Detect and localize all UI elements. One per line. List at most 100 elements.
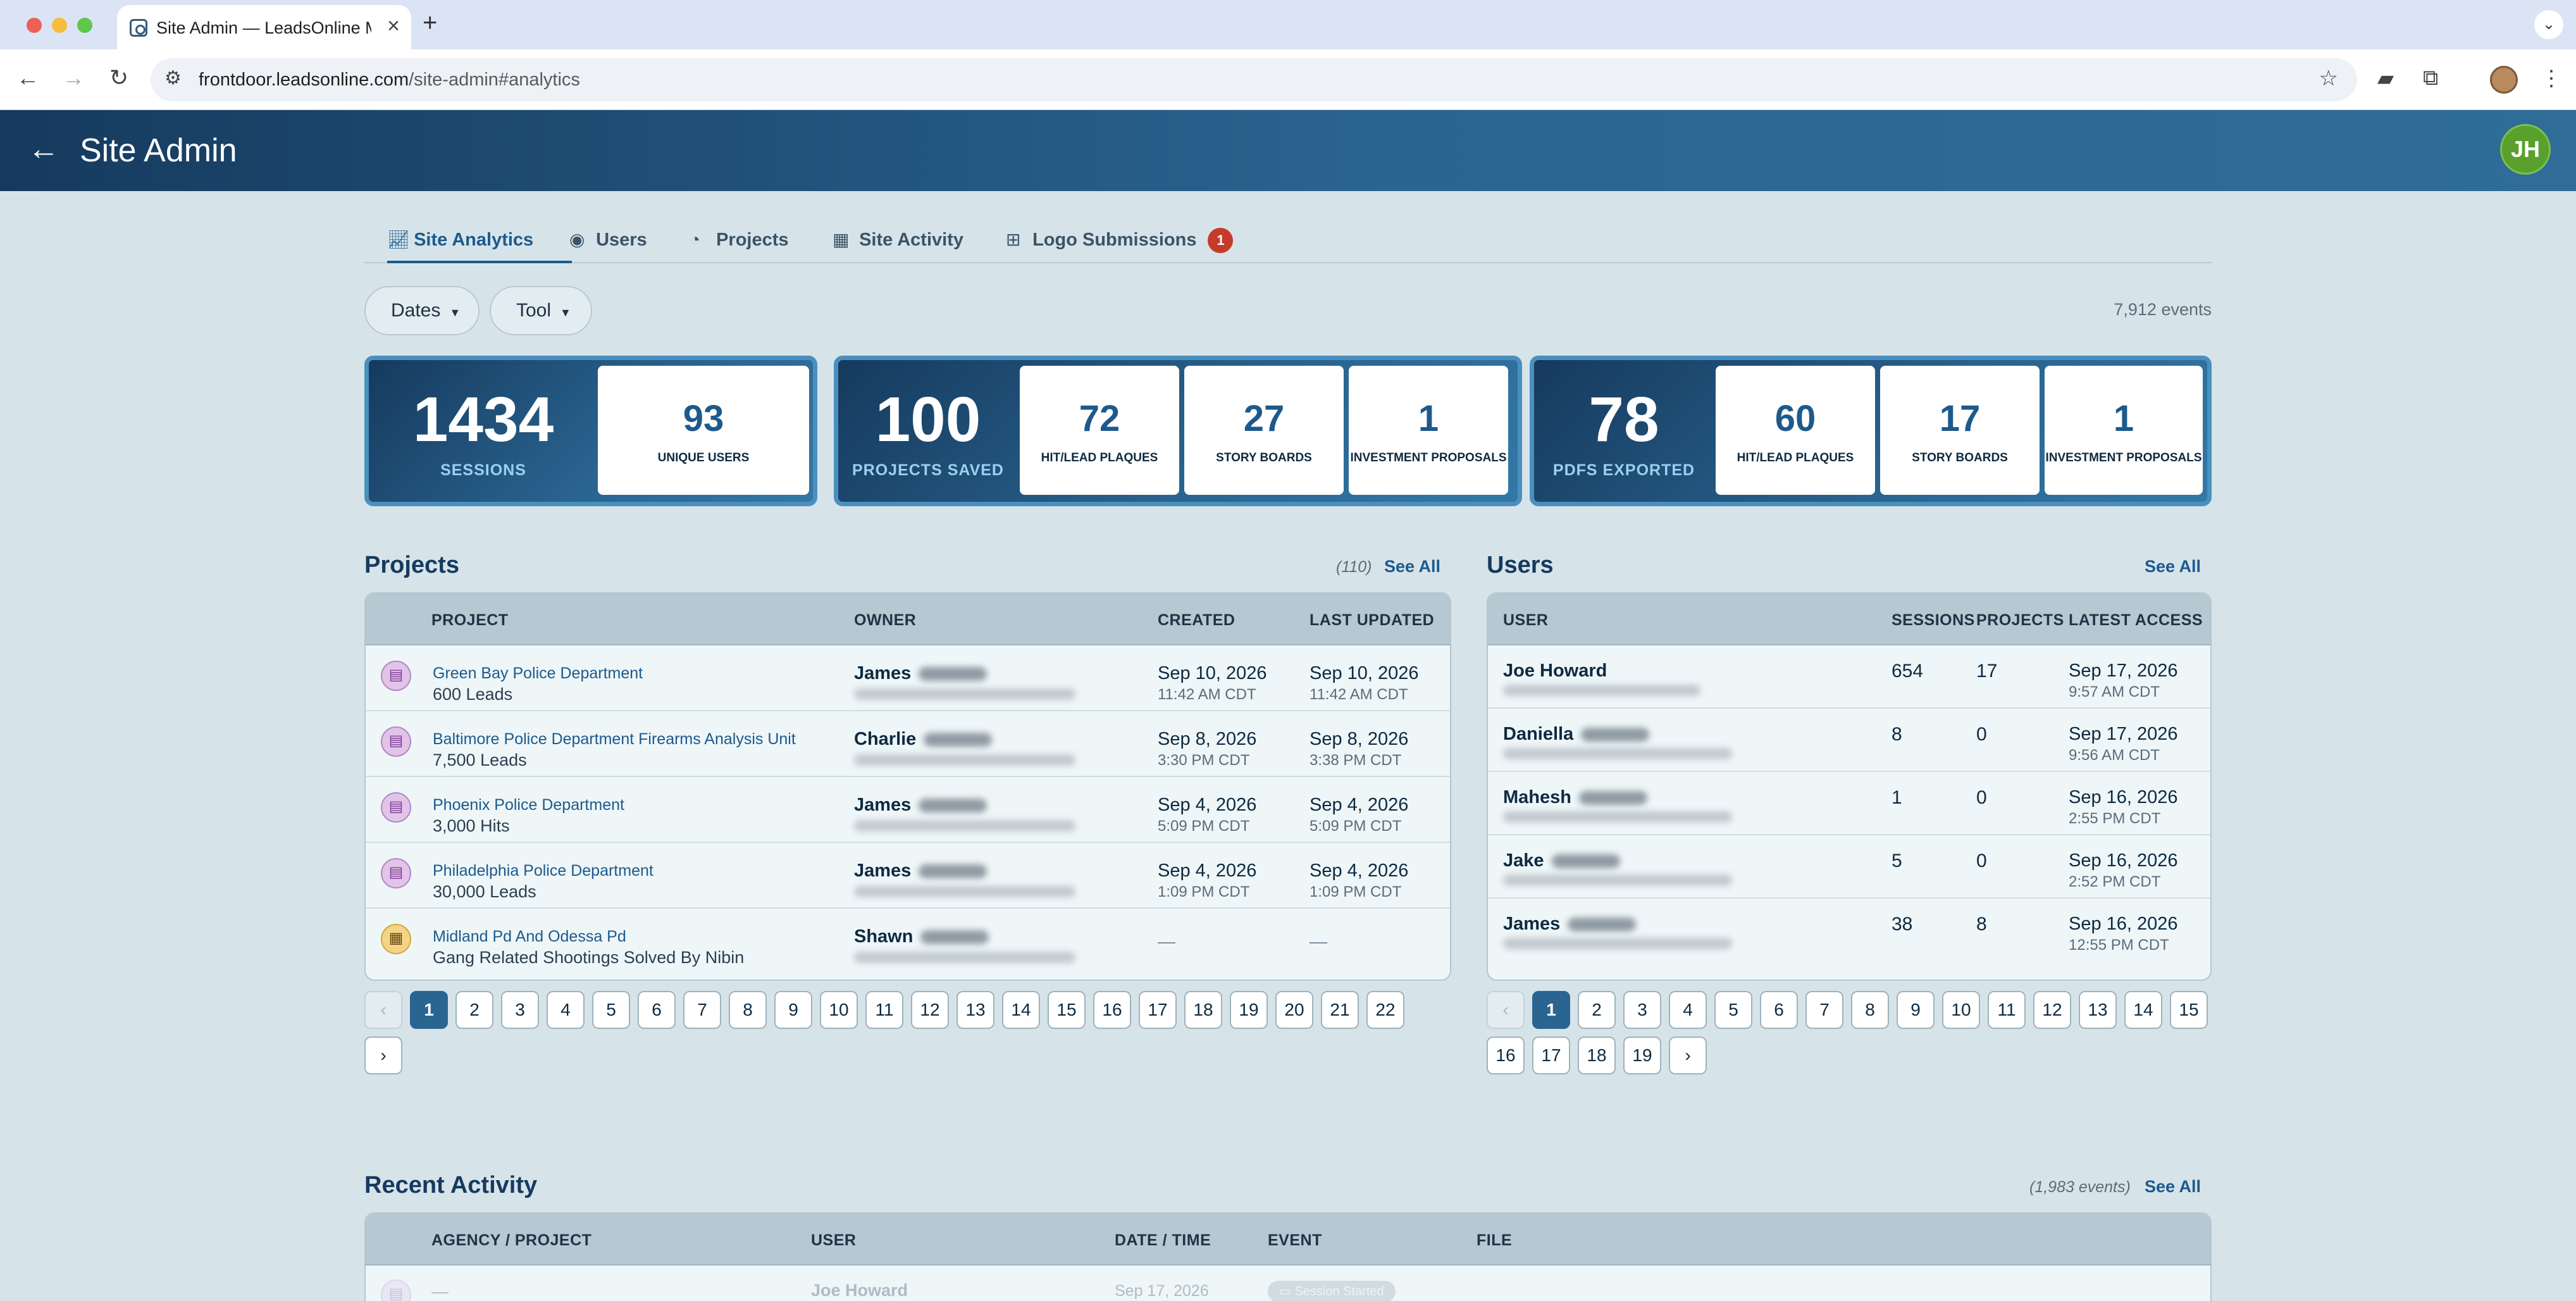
next-page-button[interactable]: › [364,1036,402,1074]
forward-nav-icon[interactable]: → [58,65,89,91]
page-button[interactable]: 21 [1321,991,1359,1029]
user-avatar[interactable]: JH [2500,124,2551,175]
page-button[interactable]: 20 [1275,991,1313,1029]
tab-logo-submissions[interactable]: ⊞ Logo Submissions 1 [1006,224,1234,263]
back-nav-icon[interactable]: ← [13,65,43,91]
page-button[interactable]: 11 [865,991,903,1029]
close-tab-icon[interactable]: × [387,14,400,39]
table-row[interactable]: James 38 8 Sep 16, 2026 12:55 PM CDT [1488,899,2210,962]
page-button[interactable]: 14 [1002,991,1040,1029]
page-button[interactable]: 7 [683,991,721,1029]
users-see-all-link[interactable]: See All [2145,557,2201,576]
tab-site-activity[interactable]: ▦ Site Activity [833,224,963,263]
table-row[interactable]: ▤ Phoenix Police Department 3,000 Hits Jame… [366,777,1450,843]
table-row[interactable]: ▤ Green Bay Police Department 600 Leads Jam… [366,645,1450,711]
page-button[interactable]: 17 [1532,1036,1570,1074]
minimize-window-button[interactable] [52,18,67,33]
table-row[interactable]: Daniella 8 0 Sep 17, 2026 9:56 AM CDT [1488,709,2210,772]
next-page-button[interactable]: › [1669,1036,1707,1074]
col-created[interactable]: CREATED [1158,611,1235,630]
browser-tab-active[interactable]: Site Admin — LeadsOnline Ma × [117,5,411,49]
col-latest-access[interactable]: LATEST ACCESS [2069,611,2203,630]
zoom-window-button[interactable] [77,18,92,33]
page-button[interactable]: 5 [1714,991,1752,1029]
page-button[interactable]: 12 [2033,991,2071,1029]
col-sessions[interactable]: SESSIONS [1892,611,1975,630]
page-button[interactable]: 2 [1578,991,1616,1029]
page-button[interactable]: 13 [2079,991,2117,1029]
page-button[interactable]: 13 [957,991,994,1029]
page-button[interactable]: 6 [638,991,676,1029]
project-name-link[interactable]: Midland Pd And Odessa Pd [433,928,626,946]
page-button[interactable]: 16 [1093,991,1131,1029]
new-tab-icon[interactable]: + [423,9,437,37]
page-button[interactable]: 3 [1623,991,1661,1029]
extensions-icon[interactable]: ⧉ [2423,66,2438,90]
project-name-link[interactable]: Baltimore Police Department Firearms Ana… [433,730,796,749]
tab-site-analytics[interactable]: 📈︎ Site Analytics [387,224,572,263]
prev-page-button[interactable]: ‹ [364,991,402,1029]
page-button[interactable]: 11 [1988,991,2026,1029]
project-name-link[interactable]: Phoenix Police Department [433,796,624,814]
url-text[interactable]: frontdoor.leadsonline.com/site-admin#ana… [199,70,580,90]
col-projects[interactable]: PROJECTS [1976,611,2064,630]
tab-projects[interactable]: ◔ Projects [690,224,789,263]
address-bar[interactable]: ⚙ frontdoor.leadsonline.com/site-admin#a… [151,58,2357,101]
bookmark-star-icon[interactable]: ☆ [2319,66,2338,91]
page-button[interactable]: 7 [1805,991,1843,1029]
page-button[interactable]: 19 [1230,991,1268,1029]
projects-see-all-link[interactable]: See All [1384,557,1440,576]
page-button[interactable]: 12 [911,991,949,1029]
col-user[interactable]: USER [1503,611,1548,630]
page-button[interactable]: 9 [774,991,812,1029]
project-name-link[interactable]: Philadelphia Police Department [433,862,653,880]
page-button[interactable]: 15 [2170,991,2208,1029]
tab-users[interactable]: ◉ Users [569,224,647,263]
table-row[interactable]: ▤ Philadelphia Police Department 30,000 Le… [366,843,1450,909]
page-button[interactable]: 4 [547,991,585,1029]
tool-filter-dropdown[interactable]: Tool ▼ [490,286,592,335]
reload-icon[interactable]: ↻ [104,65,134,91]
table-row[interactable]: ▤ Baltimore Police Department Firearms An… [366,711,1450,777]
activity-see-all-link[interactable]: See All [2145,1177,2201,1197]
page-button[interactable]: 10 [820,991,858,1029]
page-button[interactable]: 22 [1366,991,1404,1029]
col-user[interactable]: USER [811,1231,856,1250]
browser-menu-icon[interactable]: ⋮ [2541,66,2562,91]
page-button[interactable]: 16 [1487,1036,1525,1074]
page-button[interactable]: 6 [1760,991,1798,1029]
page-button[interactable]: 2 [455,991,493,1029]
page-button[interactable]: 8 [1851,991,1889,1029]
page-button[interactable]: 14 [2124,991,2162,1029]
page-button[interactable]: 5 [592,991,630,1029]
close-window-button[interactable] [27,18,42,33]
col-agency-project[interactable]: AGENCY / PROJECT [431,1231,591,1250]
tab-search-chevron-icon[interactable]: ⌄ [2534,10,2563,39]
page-button[interactable]: 1 [410,991,448,1029]
page-button[interactable]: 3 [501,991,539,1029]
table-row[interactable]: Joe Howard 654 17 Sep 17, 2026 9:57 AM CDT [1488,645,2210,709]
page-button[interactable]: 1 [1532,991,1570,1029]
prev-page-button[interactable]: ‹ [1487,991,1525,1029]
col-owner[interactable]: OWNER [854,611,916,630]
page-button[interactable]: 4 [1669,991,1707,1029]
table-row[interactable]: ▤ — Joe Howard Sep 17, 2026 ▭ Session St… [366,1266,2210,1301]
page-button[interactable]: 17 [1139,991,1177,1029]
col-project[interactable]: PROJECT [431,611,509,630]
col-file[interactable]: FILE [1477,1231,1512,1250]
page-button[interactable]: 10 [1942,991,1980,1029]
table-row[interactable]: Mahesh 1 0 Sep 16, 2026 2:55 PM CDT [1488,772,2210,835]
col-event[interactable]: EVENT [1268,1231,1322,1250]
camera-icon[interactable]: ▰ [2377,66,2394,91]
table-row[interactable]: ▦ Midland Pd And Odessa Pd Gang Related Sh… [366,909,1450,974]
col-date-time[interactable]: DATE / TIME [1115,1231,1211,1250]
page-button[interactable]: 15 [1048,991,1086,1029]
dates-filter-dropdown[interactable]: Dates ▼ [364,286,480,335]
table-row[interactable]: Jake 5 0 Sep 16, 2026 2:52 PM CDT [1488,835,2210,899]
site-settings-icon[interactable]: ⚙ [164,67,182,89]
page-button[interactable]: 18 [1184,991,1222,1029]
browser-profile-avatar[interactable] [2490,66,2518,94]
page-button[interactable]: 9 [1897,991,1935,1029]
back-arrow-icon[interactable]: ← [28,130,59,167]
page-button[interactable]: 18 [1578,1036,1616,1074]
